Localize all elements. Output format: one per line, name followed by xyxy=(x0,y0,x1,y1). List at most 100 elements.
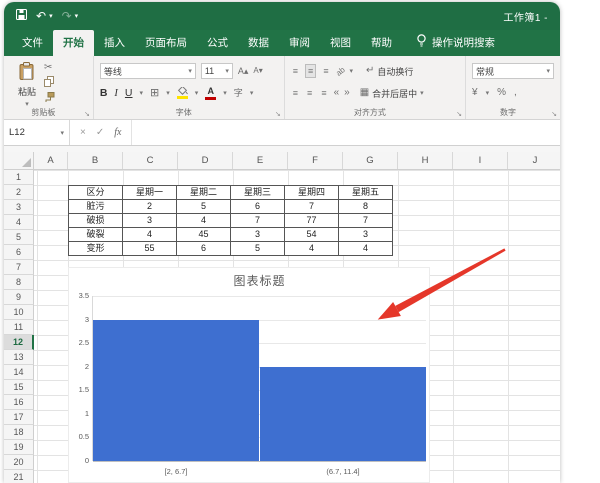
row-header-12[interactable]: 12 xyxy=(4,335,34,350)
row-header-21[interactable]: 21 xyxy=(4,470,34,483)
row-header-18[interactable]: 18 xyxy=(4,425,34,440)
italic-button[interactable]: I xyxy=(114,88,118,99)
table-cell[interactable]: 5 xyxy=(231,242,285,256)
fill-color-dropdown-icon[interactable]: ▾ xyxy=(195,89,199,97)
orientation-icon[interactable]: ab xyxy=(334,65,347,78)
table-cell[interactable]: 7 xyxy=(339,214,393,228)
align-center-icon[interactable]: ≡ xyxy=(305,87,314,99)
column-header-H[interactable]: H xyxy=(398,152,453,169)
table-cell[interactable]: 6 xyxy=(177,242,231,256)
row-header-6[interactable]: 6 xyxy=(4,245,34,260)
tab-视图[interactable]: 视图 xyxy=(320,30,361,56)
copy-icon[interactable] xyxy=(44,76,55,89)
insert-function-icon[interactable]: fx xyxy=(114,127,121,138)
cancel-icon[interactable]: × xyxy=(80,127,86,138)
phonetic-dropdown-icon[interactable]: ▾ xyxy=(250,89,254,97)
row-header-2[interactable]: 2 xyxy=(4,185,34,200)
tab-插入[interactable]: 插入 xyxy=(94,30,135,56)
row-header-4[interactable]: 4 xyxy=(4,215,34,230)
row-header-20[interactable]: 20 xyxy=(4,455,34,470)
increase-font-icon[interactable]: A▴ xyxy=(238,67,249,76)
wrap-text-button[interactable]: ↵ 自动换行 xyxy=(366,65,413,78)
bold-button[interactable]: B xyxy=(100,87,108,99)
table-cell[interactable]: 4 xyxy=(123,228,177,242)
phonetic-guide-icon[interactable]: 字 xyxy=(234,89,243,98)
table-header-cell[interactable]: 星期二 xyxy=(177,186,231,200)
table-cell[interactable]: 7 xyxy=(285,200,339,214)
cut-icon[interactable]: ✂ xyxy=(44,63,55,73)
histogram-chart[interactable]: 图表标题 3.532.521.510.50 [2, 6.7](6.7, 11.4… xyxy=(68,267,430,483)
table-cell[interactable]: 3 xyxy=(339,228,393,242)
table-cell[interactable]: 77 xyxy=(285,214,339,228)
row-header-9[interactable]: 9 xyxy=(4,290,34,305)
table-header-cell[interactable]: 星期四 xyxy=(285,186,339,200)
table-cell[interactable]: 7 xyxy=(231,214,285,228)
font-dialog-launcher-icon[interactable]: ↘ xyxy=(275,110,281,118)
table-cell[interactable]: 45 xyxy=(177,228,231,242)
table-cell[interactable]: 6 xyxy=(231,200,285,214)
row-header-13[interactable]: 13 xyxy=(4,350,34,365)
row-header-5[interactable]: 5 xyxy=(4,230,34,245)
undo-dropdown-icon[interactable]: ▾ xyxy=(49,12,53,20)
align-top-icon[interactable]: ≡ xyxy=(291,65,300,77)
tell-me-search[interactable]: 操作说明搜索 xyxy=(406,29,505,56)
column-header-C[interactable]: C xyxy=(123,152,178,169)
column-header-G[interactable]: G xyxy=(343,152,398,169)
column-header-J[interactable]: J xyxy=(508,152,560,169)
decrease-indent-icon[interactable]: « xyxy=(334,88,340,98)
row-header-14[interactable]: 14 xyxy=(4,365,34,380)
chart-title[interactable]: 图表标题 xyxy=(93,272,426,289)
chart-bar-2[interactable] xyxy=(260,367,426,461)
row-header-11[interactable]: 11 xyxy=(4,320,34,335)
align-right-icon[interactable]: ≡ xyxy=(319,87,328,99)
paste-button[interactable]: 粘贴 ▾ xyxy=(10,60,44,106)
tab-file[interactable]: 文件 xyxy=(12,30,53,56)
name-box[interactable]: L12 ▾ xyxy=(4,120,70,145)
table-cell[interactable]: 5 xyxy=(177,200,231,214)
row-header-16[interactable]: 16 xyxy=(4,395,34,410)
comma-style-icon[interactable]: , xyxy=(514,88,517,98)
font-size-select[interactable]: 11 ▾ xyxy=(201,63,233,79)
table-header-cell[interactable]: 区分 xyxy=(69,186,123,200)
qat-customize-icon[interactable]: ▾ xyxy=(75,12,79,20)
number-format-select[interactable]: 常规 ▾ xyxy=(472,63,554,79)
column-header-D[interactable]: D xyxy=(178,152,233,169)
percent-style-icon[interactable]: % xyxy=(497,88,506,98)
table-cell[interactable]: 4 xyxy=(339,242,393,256)
row-header-8[interactable]: 8 xyxy=(4,275,34,290)
chart-bar-1[interactable] xyxy=(93,320,259,461)
merge-center-button[interactable]: ▦ 合并后居中 ▾ xyxy=(360,87,424,100)
table-cell[interactable]: 脏污 xyxy=(69,200,123,214)
tab-公式[interactable]: 公式 xyxy=(197,30,238,56)
alignment-dialog-launcher-icon[interactable]: ↘ xyxy=(456,110,462,118)
accounting-format-icon[interactable]: ¥ xyxy=(472,88,478,98)
tab-页面布局[interactable]: 页面布局 xyxy=(135,30,197,56)
borders-dropdown-icon[interactable]: ▾ xyxy=(166,89,170,97)
borders-icon[interactable]: ⊞ xyxy=(150,88,159,99)
format-painter-icon[interactable] xyxy=(44,92,55,105)
table-cell[interactable]: 54 xyxy=(285,228,339,242)
clipboard-dialog-launcher-icon[interactable]: ↘ xyxy=(84,110,90,118)
align-left-icon[interactable]: ≡ xyxy=(291,87,300,99)
underline-dropdown-icon[interactable]: ▾ xyxy=(140,89,144,97)
tab-帮助[interactable]: 帮助 xyxy=(361,30,402,56)
number-dialog-launcher-icon[interactable]: ↘ xyxy=(551,110,557,118)
increase-indent-icon[interactable]: » xyxy=(344,88,350,98)
font-name-select[interactable]: 等线 ▾ xyxy=(100,63,196,79)
tab-审阅[interactable]: 审阅 xyxy=(279,30,320,56)
table-cell[interactable]: 4 xyxy=(177,214,231,228)
column-header-F[interactable]: F xyxy=(288,152,343,169)
table-cell[interactable]: 4 xyxy=(285,242,339,256)
orientation-dropdown-icon[interactable]: ▾ xyxy=(349,67,353,75)
row-header-19[interactable]: 19 xyxy=(4,440,34,455)
save-icon[interactable] xyxy=(16,7,27,25)
column-header-E[interactable]: E xyxy=(233,152,288,169)
table-header-cell[interactable]: 星期一 xyxy=(123,186,177,200)
accounting-dropdown-icon[interactable]: ▾ xyxy=(486,89,490,97)
table-cell[interactable]: 3 xyxy=(123,214,177,228)
table-cell[interactable]: 破裂 xyxy=(69,228,123,242)
table-header-cell[interactable]: 星期五 xyxy=(339,186,393,200)
select-all-button[interactable] xyxy=(4,152,34,170)
tab-开始[interactable]: 开始 xyxy=(53,30,94,56)
row-header-1[interactable]: 1 xyxy=(4,170,34,185)
